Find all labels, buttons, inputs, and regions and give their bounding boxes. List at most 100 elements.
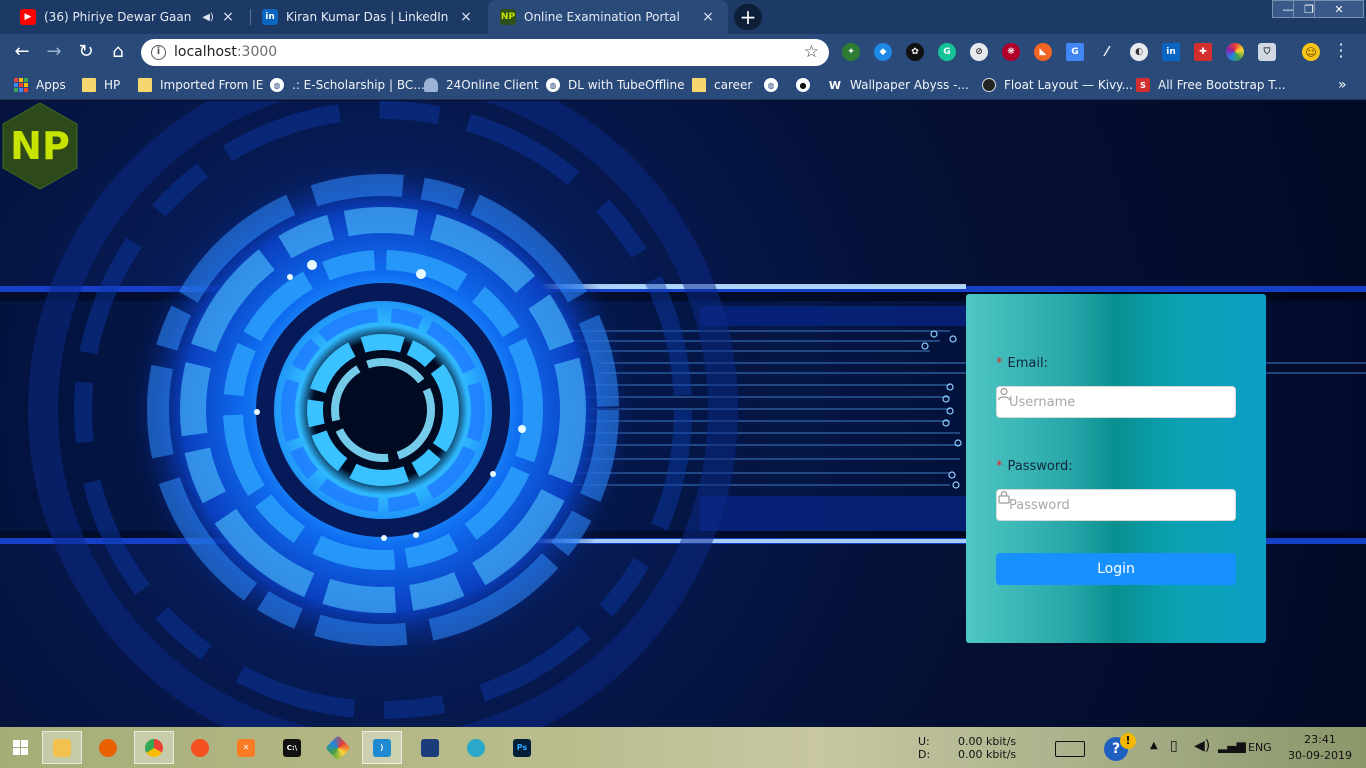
address-bar[interactable]: i localhost:3000 ☆ bbox=[141, 39, 829, 66]
bookmark-wallpaper-abyss[interactable]: W Wallpaper Abyss -... bbox=[828, 75, 969, 95]
network-icon[interactable]: ▂▄▆ bbox=[1218, 739, 1246, 753]
user-icon bbox=[997, 387, 1011, 401]
login-form-card: *Email: *Password: Login bbox=[966, 294, 1266, 643]
bookmark-career[interactable]: career bbox=[692, 75, 752, 95]
bookmark-all-free-bootstrap[interactable]: S All Free Bootstrap T... bbox=[1136, 75, 1286, 95]
app-icon bbox=[325, 734, 351, 761]
tab-close-icon[interactable]: × bbox=[220, 9, 236, 25]
browser-tab-bar: ▶ (36) Phiriye Dewar Gaan | He ◀) × in K… bbox=[0, 0, 1366, 34]
linkedin-extension-icon[interactable]: in bbox=[1162, 43, 1180, 61]
reload-button[interactable]: ↻ bbox=[74, 40, 98, 64]
taskbar-chrome[interactable] bbox=[134, 731, 174, 764]
new-tab-button[interactable]: + bbox=[734, 4, 762, 30]
profile-avatar[interactable]: ☺ bbox=[1302, 43, 1320, 61]
net-speed-labels: U: D: bbox=[918, 735, 931, 761]
windows-taskbar: ✕ C:\ ⟩ Ps U: D: 0.00 kbit/s 0.00 kbit/s ?… bbox=[0, 727, 1366, 768]
tab-online-examination-portal[interactable]: NP Online Examination Portal × bbox=[488, 0, 728, 34]
grammarly-icon[interactable]: G bbox=[938, 43, 956, 61]
extension-icon[interactable]: ✦ bbox=[842, 43, 860, 61]
tab-title: Online Examination Portal bbox=[524, 10, 680, 24]
tab-title: Kiran Kumar Das | LinkedIn bbox=[286, 10, 449, 24]
back-button[interactable]: ← bbox=[10, 40, 34, 64]
translate-icon[interactable]: G bbox=[1066, 43, 1084, 61]
extension-icon[interactable]: ◣ bbox=[1034, 43, 1052, 61]
taskbar-terminal[interactable]: C:\ bbox=[272, 731, 312, 764]
taskbar-vscode[interactable]: ⟩ bbox=[362, 731, 402, 764]
email-field[interactable] bbox=[996, 386, 1236, 418]
globe-icon: ◍ bbox=[546, 78, 560, 92]
extension-icon[interactable]: ✿ bbox=[906, 43, 924, 61]
extension-icon[interactable]: ❋ bbox=[1002, 43, 1020, 61]
battery-icon[interactable]: ▯ bbox=[1170, 738, 1178, 754]
language-indicator[interactable]: ENG bbox=[1248, 741, 1272, 754]
password-input[interactable] bbox=[1009, 497, 1209, 513]
warning-icon: ! bbox=[1120, 733, 1136, 749]
browser-menu-icon[interactable]: · · · bbox=[1336, 37, 1346, 65]
np-logo: NP bbox=[2, 102, 78, 190]
extension-icon[interactable]: ✚ bbox=[1194, 43, 1212, 61]
app-icon bbox=[191, 738, 209, 757]
more-bookmarks-icon[interactable]: » bbox=[1338, 77, 1347, 93]
clock-time[interactable]: 23:41 bbox=[1290, 733, 1350, 746]
start-button[interactable] bbox=[0, 731, 40, 764]
bookmark-e-scholarship[interactable]: ◍.: E-Scholarship | BC... bbox=[270, 75, 425, 95]
bookmark-github[interactable]: ● bbox=[796, 75, 818, 95]
bookmark-float-layout-kivy[interactable]: Float Layout — Kivy... bbox=[982, 75, 1133, 95]
taskbar-photoshop[interactable]: Ps bbox=[502, 731, 542, 764]
password-field[interactable] bbox=[996, 489, 1236, 521]
volume-icon[interactable]: ◀) bbox=[1194, 738, 1210, 754]
taskbar-firefox[interactable] bbox=[88, 731, 128, 764]
shield-icon[interactable]: ⛉ bbox=[1258, 43, 1276, 61]
lock-icon bbox=[998, 490, 1010, 504]
block-icon[interactable]: ⊘ bbox=[970, 43, 988, 61]
folder-icon bbox=[138, 78, 152, 92]
monitor-app-icon bbox=[421, 738, 439, 757]
file-explorer-icon bbox=[53, 738, 71, 757]
bookmark-imported-from-ie[interactable]: Imported From IE bbox=[138, 75, 263, 95]
taskbar-app-camera[interactable] bbox=[456, 731, 496, 764]
cloud-icon bbox=[424, 78, 438, 92]
bookmark-star-icon[interactable]: ☆ bbox=[804, 42, 819, 62]
home-button[interactable]: ⌂ bbox=[106, 40, 130, 64]
logo-text: NP bbox=[10, 124, 70, 168]
login-page: NP *Email: *Password: Login bbox=[0, 101, 1366, 727]
camera-app-icon bbox=[467, 738, 485, 757]
keyboard-icon[interactable] bbox=[1055, 741, 1085, 757]
taskbar-file-explorer[interactable] bbox=[42, 731, 82, 764]
login-button[interactable]: Login bbox=[996, 553, 1236, 585]
bookmark-apps[interactable]: Apps bbox=[14, 75, 66, 95]
tray-overflow-icon[interactable]: ▲ bbox=[1150, 740, 1158, 751]
vscode-icon: ⟩ bbox=[373, 738, 391, 757]
tab-linkedin[interactable]: in Kiran Kumar Das | LinkedIn × bbox=[250, 0, 486, 34]
bookmark-globe[interactable]: ◍ bbox=[764, 75, 786, 95]
tab-close-icon[interactable]: × bbox=[458, 9, 474, 25]
eyedropper-icon[interactable]: ⁄ bbox=[1098, 43, 1116, 61]
speaker-icon[interactable]: ◀) bbox=[202, 12, 214, 23]
clock-date[interactable]: 30-09-2019 bbox=[1286, 749, 1354, 762]
site-info-icon[interactable]: i bbox=[151, 45, 166, 60]
taskbar-app[interactable] bbox=[180, 731, 220, 764]
photoshop-icon: Ps bbox=[513, 738, 531, 757]
xampp-icon: ✕ bbox=[237, 738, 255, 757]
browser-toolbar: ← → ↻ ⌂ i localhost:3000 ☆ ✦ ◆ ✿ G ⊘ ❋ ◣… bbox=[0, 34, 1366, 70]
terminal-icon: C:\ bbox=[283, 738, 301, 757]
taskbar-xampp[interactable]: ✕ bbox=[226, 731, 266, 764]
extension-icon[interactable]: ◐ bbox=[1130, 43, 1148, 61]
np-logo-icon: NP bbox=[500, 9, 516, 25]
username-input[interactable] bbox=[1009, 394, 1209, 410]
chrome-icon bbox=[145, 738, 163, 757]
tab-close-icon[interactable]: × bbox=[700, 9, 716, 25]
bookmark-dl-with-tubeoffline[interactable]: ◍ DL with TubeOffline bbox=[546, 75, 685, 95]
window-close-button[interactable]: ✕ bbox=[1314, 0, 1364, 18]
taskbar-app-colorful[interactable] bbox=[318, 731, 358, 764]
color-wheel-icon[interactable] bbox=[1226, 43, 1244, 61]
extension-icon[interactable]: ◆ bbox=[874, 43, 892, 61]
url-text[interactable]: localhost:3000 bbox=[174, 44, 277, 60]
forward-button[interactable]: → bbox=[42, 40, 66, 64]
globe-icon: ◍ bbox=[270, 78, 284, 92]
bookmark-hp[interactable]: HP bbox=[82, 75, 120, 95]
net-speed-values: 0.00 kbit/s 0.00 kbit/s bbox=[958, 735, 1017, 761]
bookmark-24online-client[interactable]: 24Online Client bbox=[424, 75, 539, 95]
taskbar-app-monitor[interactable] bbox=[410, 731, 450, 764]
tab-youtube[interactable]: ▶ (36) Phiriye Dewar Gaan | He ◀) × bbox=[8, 0, 248, 34]
